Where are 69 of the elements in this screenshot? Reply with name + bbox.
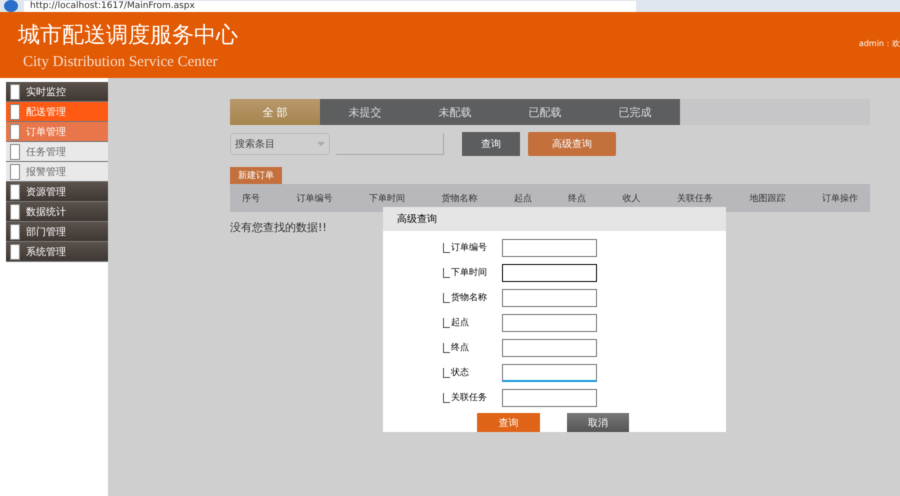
sidebar-item[interactable]: 系统管理 — [6, 242, 108, 262]
checkbox[interactable] — [443, 368, 450, 378]
page-icon — [10, 184, 20, 200]
user-greeting: admin：欢 — [858, 38, 900, 48]
page-icon — [10, 164, 20, 180]
checkbox[interactable] — [443, 242, 450, 252]
column-header: 下单时间 — [368, 192, 405, 204]
field-label: 货物名称 — [451, 292, 487, 304]
input-field[interactable] — [502, 264, 597, 282]
cancel-button[interactable]: 取消 — [567, 413, 629, 432]
input-field[interactable] — [502, 364, 597, 382]
input-field[interactable] — [502, 338, 597, 356]
column-header: 订单编号 — [296, 192, 332, 204]
field-label: 起点 — [451, 316, 469, 329]
input-field[interactable] — [502, 388, 597, 406]
dialog-title: 高级查询 — [383, 207, 726, 231]
checkbox[interactable] — [443, 392, 450, 402]
page-icon — [10, 124, 20, 140]
field-label: 订单编号 — [451, 242, 487, 254]
column-header: 订单操作 — [822, 192, 858, 204]
field-label: 状态 — [451, 366, 469, 379]
new-order-button[interactable]: 新建订单 — [230, 167, 282, 184]
filter-tab[interactable]: 已配载 — [500, 99, 590, 125]
search-field[interactable] — [336, 133, 444, 155]
page-icon — [10, 84, 20, 100]
sidebar-item[interactable]: 配送管理 — [6, 102, 108, 122]
column-header: 起点 — [514, 192, 532, 204]
filter-tab[interactable]: 已完成 — [590, 99, 680, 125]
column-header: 收人 — [622, 192, 641, 204]
address-field[interactable]: http://localhost:1617/MainFrom.aspx — [24, 0, 636, 12]
checkbox[interactable] — [443, 268, 450, 278]
input-field[interactable] — [502, 238, 597, 256]
sidebar-item[interactable]: 部门管理 — [6, 222, 108, 242]
checkbox[interactable] — [443, 318, 450, 328]
sidebar-item[interactable]: 订单管理 — [6, 122, 108, 142]
sidebar-item[interactable]: 实时监控 — [6, 82, 108, 102]
search-select[interactable]: 搜索条目 — [230, 133, 330, 155]
filter-tab[interactable]: 全 部 — [230, 99, 320, 125]
page-icon — [10, 144, 20, 160]
column-header: 序号 — [242, 192, 260, 204]
field-label: 关联任务 — [451, 392, 487, 404]
column-header: 货物名称 — [441, 192, 478, 204]
checkbox[interactable] — [443, 342, 450, 352]
query-button[interactable]: 查询 — [462, 132, 520, 156]
sidebar-item[interactable]: 任务管理 — [6, 142, 108, 162]
column-header: 终点 — [568, 192, 586, 204]
column-header: 地图跟踪 — [750, 192, 786, 204]
caret-icon — [317, 142, 325, 146]
filter-tab[interactable]: 未配载 — [410, 99, 500, 125]
site-title: 城市配送调度服务中心 — [18, 22, 238, 50]
filter-tab[interactable]: 未提交 — [320, 99, 410, 125]
empty-message: 没有您查找的数据!! — [230, 220, 328, 235]
sidebar-item[interactable]: 资源管理 — [6, 182, 108, 202]
checkbox[interactable] — [443, 292, 450, 302]
column-header: 关联任务 — [677, 192, 714, 204]
query-button[interactable]: 查询 — [477, 413, 540, 432]
sidebar-item[interactable]: 报警管理 — [6, 162, 108, 182]
advanced-search-button[interactable]: 高级查询 — [528, 132, 616, 156]
field-label: 下单时间 — [451, 266, 487, 279]
input-field[interactable] — [502, 314, 597, 332]
input-field[interactable] — [502, 288, 597, 306]
field-label: 终点 — [451, 342, 469, 354]
page-icon — [10, 104, 20, 120]
back-icon[interactable] — [4, 0, 18, 12]
sidebar-item[interactable]: 数据统计 — [6, 202, 108, 222]
page-icon — [10, 204, 20, 220]
site-subtitle: City Distribution Service Center — [22, 54, 219, 70]
page-icon — [10, 224, 20, 240]
page-icon — [10, 244, 20, 260]
